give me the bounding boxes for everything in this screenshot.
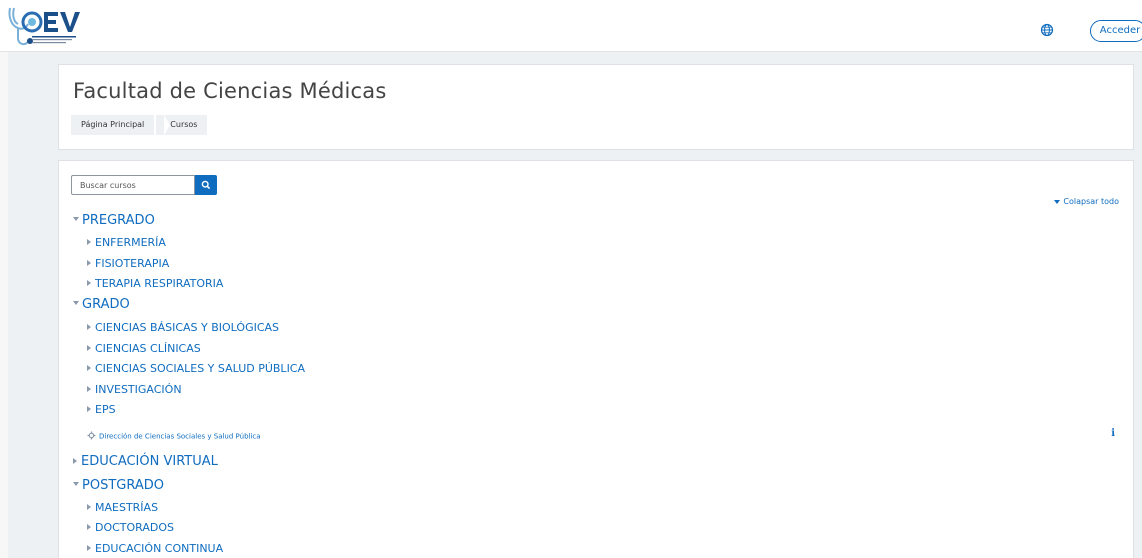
login-button[interactable]: Acceder <box>1090 20 1142 42</box>
caret-right-icon <box>87 545 91 551</box>
breadcrumb: Página Principal Cursos <box>71 115 209 135</box>
caret-right-icon <box>87 504 91 510</box>
caret-down-icon <box>73 300 79 305</box>
category-maestrias[interactable]: MAESTRÍAS <box>87 501 158 514</box>
category-terapia-respiratoria[interactable]: TERAPIA RESPIRATORIA <box>87 277 223 290</box>
caret-down-icon <box>73 481 79 486</box>
category-label: TERAPIA RESPIRATORIA <box>95 277 224 290</box>
top-navbar: Acceder <box>0 0 1142 52</box>
category-label: MAESTRÍAS <box>95 501 159 514</box>
search-icon <box>201 178 211 193</box>
caret-right-icon <box>87 524 91 530</box>
course-link-label: Dirección de Ciencias Sociales y Salud P… <box>99 432 261 441</box>
category-fisioterapia[interactable]: FISIOTERAPIA <box>87 257 169 270</box>
category-pregrado[interactable]: PREGRADO <box>73 213 155 228</box>
caret-right-icon <box>87 239 91 245</box>
caret-right-icon <box>87 345 91 351</box>
caret-down-icon <box>73 216 79 221</box>
site-logo[interactable] <box>4 4 84 48</box>
left-drawer-strip <box>0 52 8 558</box>
category-label: EDUCACIÓN CONTINUA <box>95 542 224 555</box>
category-eps[interactable]: EPS <box>87 403 116 416</box>
caret-right-icon <box>87 280 91 286</box>
category-label: CIENCIAS BÁSICAS Y BIOLÓGICAS <box>95 321 280 334</box>
category-ciencias-basicas[interactable]: CIENCIAS BÁSICAS Y BIOLÓGICAS <box>87 321 279 334</box>
category-label: POSTGRADO <box>82 478 164 493</box>
category-investigacion[interactable]: INVESTIGACIÓN <box>87 383 182 396</box>
category-label: ENFERMERÍA <box>95 236 166 249</box>
breadcrumb-home[interactable]: Página Principal <box>71 115 155 135</box>
category-doctorados[interactable]: DOCTORADOS <box>87 521 174 534</box>
caret-right-icon <box>87 386 91 392</box>
page-title: Facultad de Ciencias Médicas <box>73 79 387 103</box>
course-icon <box>87 431 96 442</box>
caret-down-icon <box>1054 199 1061 204</box>
category-enfermeria[interactable]: ENFERMERÍA <box>87 236 166 249</box>
collapse-all-label: Colapsar todo <box>1063 197 1119 206</box>
category-ciencias-clinicas[interactable]: CIENCIAS CLÍNICAS <box>87 342 201 355</box>
caret-right-icon <box>87 324 91 330</box>
category-label: INVESTIGACIÓN <box>95 383 182 396</box>
caret-right-icon <box>87 406 91 412</box>
breadcrumb-separator <box>164 115 170 135</box>
category-label: EPS <box>95 403 116 416</box>
category-label: PREGRADO <box>82 213 155 228</box>
page-header: Facultad de Ciencias Médicas Página Prin… <box>58 64 1134 150</box>
collapse-all-link[interactable]: Colapsar todo <box>1054 197 1119 206</box>
info-icon[interactable]: i <box>1111 428 1115 439</box>
category-grado[interactable]: GRADO <box>73 297 130 312</box>
search-input[interactable] <box>71 175 195 195</box>
caret-right-icon <box>87 365 91 371</box>
caret-right-icon <box>73 457 77 464</box>
course-search <box>71 175 217 195</box>
category-label: CIENCIAS SOCIALES Y SALUD PÚBLICA <box>95 362 306 375</box>
caret-right-icon <box>87 260 91 266</box>
category-label: EDUCACIÓN VIRTUAL <box>81 454 218 469</box>
category-educacion-continua[interactable]: EDUCACIÓN CONTINUA <box>87 542 223 555</box>
category-postgrado[interactable]: POSTGRADO <box>73 478 164 493</box>
category-label: CIENCIAS CLÍNICAS <box>95 342 201 355</box>
course-categories-panel: Colapsar todo PREGRADO ENFERMERÍA FISIOT… <box>58 160 1134 558</box>
category-educacion-virtual[interactable]: EDUCACIÓN VIRTUAL <box>73 454 218 469</box>
course-link[interactable]: Dirección de Ciencias Sociales y Salud P… <box>87 431 261 442</box>
category-label: DOCTORADOS <box>95 521 175 534</box>
category-label: FISIOTERAPIA <box>95 257 170 270</box>
search-button[interactable] <box>195 175 217 195</box>
globe-icon[interactable] <box>1040 22 1054 37</box>
category-ciencias-sociales[interactable]: CIENCIAS SOCIALES Y SALUD PÚBLICA <box>87 362 305 375</box>
category-label: GRADO <box>82 297 130 312</box>
